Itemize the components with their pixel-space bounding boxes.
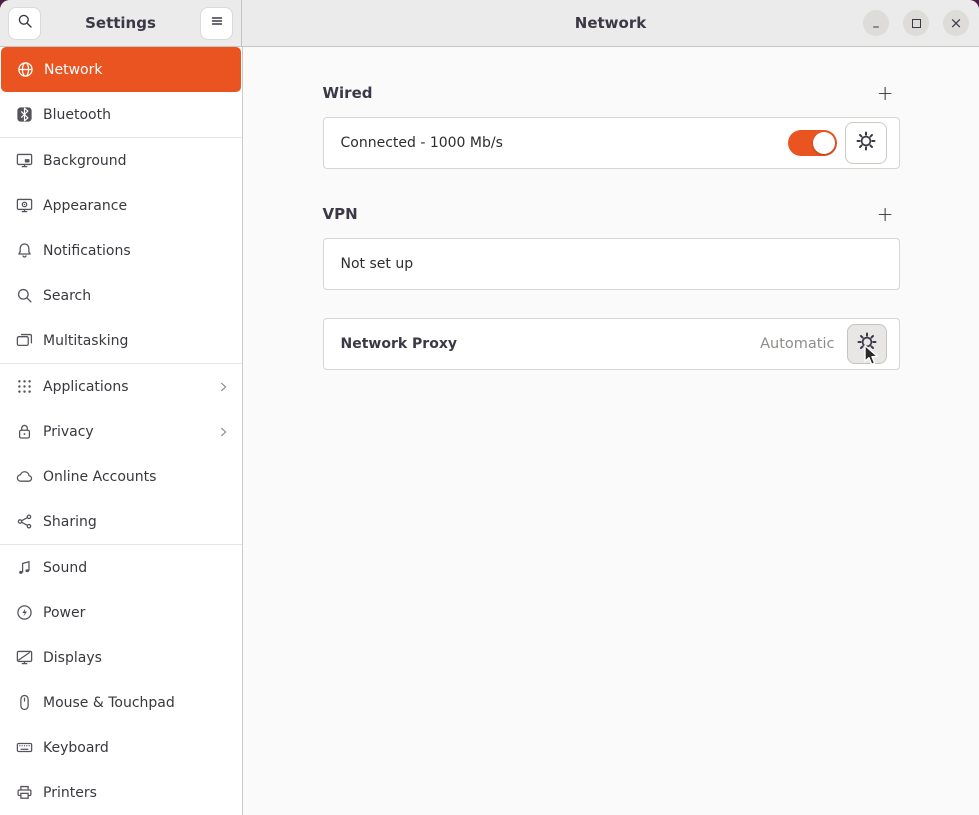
sidebar-item-label: Network: [44, 62, 102, 78]
sidebar-item-notifications[interactable]: Notifications: [0, 228, 242, 273]
app-body: Network Bluetooth Background Appeara: [0, 47, 979, 815]
keyboard-icon: [16, 739, 33, 756]
sidebar-title: Settings: [85, 14, 156, 32]
sidebar-item-background[interactable]: Background: [0, 138, 242, 183]
sidebar-item-label: Keyboard: [43, 740, 109, 756]
network-proxy-settings-button[interactable]: [847, 324, 887, 364]
sidebar-item-label: Online Accounts: [43, 469, 156, 485]
vpn-section-header: VPN +: [323, 203, 900, 225]
wired-section-title: Wired: [323, 84, 373, 102]
wired-section-header: Wired +: [323, 82, 900, 104]
windows-icon: [16, 332, 33, 349]
sidebar: Network Bluetooth Background Appeara: [0, 47, 243, 815]
sidebar-item-label: Multitasking: [43, 333, 128, 349]
lock-icon: [16, 423, 33, 440]
sidebar-item-applications[interactable]: Applications: [0, 364, 242, 409]
share-icon: [16, 513, 33, 530]
network-proxy-value: Automatic: [760, 336, 834, 352]
display-icon: [16, 649, 33, 666]
sidebar-item-label: Applications: [43, 379, 129, 395]
wired-connection-row[interactable]: Connected - 1000 Mb/s: [324, 118, 899, 168]
sidebar-item-label: Power: [43, 605, 85, 621]
titlebar: Settings Network – ×: [0, 0, 979, 47]
sidebar-item-keyboard[interactable]: Keyboard: [0, 725, 242, 770]
network-proxy-label: Network Proxy: [341, 336, 457, 352]
sidebar-item-label: Appearance: [43, 198, 127, 214]
sidebar-item-multitasking[interactable]: Multitasking: [0, 318, 242, 363]
close-button[interactable]: ×: [943, 10, 969, 36]
add-wired-connection-button[interactable]: +: [871, 83, 900, 103]
network-panel: Wired + Connected - 1000 Mb/s: [243, 47, 979, 815]
sidebar-item-label: Notifications: [43, 243, 131, 259]
sidebar-item-label: Bluetooth: [43, 107, 111, 123]
music-note-icon: [16, 559, 33, 576]
vpn-row: Not set up: [324, 239, 899, 289]
wired-card: Connected - 1000 Mb/s: [323, 117, 900, 169]
add-vpn-button[interactable]: +: [871, 204, 900, 224]
minimize-button[interactable]: –: [863, 10, 889, 36]
chevron-right-icon: [216, 380, 230, 394]
background-icon: [16, 152, 33, 169]
bell-icon: [16, 242, 33, 259]
sidebar-titlebar: Settings: [0, 0, 242, 46]
maximize-icon: [912, 19, 921, 28]
toggle-knob: [813, 132, 835, 154]
sidebar-item-power[interactable]: Power: [0, 590, 242, 635]
vpn-section-title: VPN: [323, 205, 358, 223]
wired-toggle[interactable]: [788, 130, 837, 156]
sidebar-item-label: Sharing: [43, 514, 97, 530]
gear-icon: [856, 131, 876, 155]
sidebar-item-search[interactable]: Search: [0, 273, 242, 318]
printer-icon: [16, 784, 33, 801]
network-proxy-row[interactable]: Network Proxy Automatic: [324, 319, 899, 369]
settings-window: Settings Network – × Network: [0, 0, 979, 815]
sidebar-item-printers[interactable]: Printers: [0, 770, 242, 815]
search-icon: [17, 13, 33, 33]
sidebar-item-label: Displays: [43, 650, 102, 666]
gear-icon: [857, 332, 877, 356]
sidebar-item-mouse-touchpad[interactable]: Mouse & Touchpad: [0, 680, 242, 725]
cloud-icon: [16, 468, 33, 485]
primary-menu-button[interactable]: [200, 7, 233, 40]
chevron-right-icon: [216, 425, 230, 439]
sidebar-item-label: Background: [43, 153, 127, 169]
sidebar-item-network[interactable]: Network: [1, 47, 241, 92]
window-controls: – ×: [863, 0, 969, 46]
sidebar-item-label: Privacy: [43, 424, 94, 440]
network-proxy-card: Network Proxy Automatic: [323, 318, 900, 370]
sidebar-item-bluetooth[interactable]: Bluetooth: [0, 92, 242, 137]
bluetooth-icon: [16, 106, 33, 123]
wired-status-label: Connected - 1000 Mb/s: [341, 135, 503, 151]
page-title: Network: [575, 14, 646, 32]
vpn-card: Not set up: [323, 238, 900, 290]
close-icon: ×: [950, 16, 963, 31]
maximize-button[interactable]: [903, 10, 929, 36]
magnifier-icon: [16, 287, 33, 304]
search-button[interactable]: [8, 7, 41, 40]
sidebar-item-sound[interactable]: Sound: [0, 545, 242, 590]
minimize-icon: –: [873, 22, 880, 32]
hamburger-menu-icon: [209, 13, 225, 33]
content-titlebar: Network – ×: [242, 0, 979, 46]
sidebar-item-sharing[interactable]: Sharing: [0, 499, 242, 544]
globe-icon: [17, 61, 34, 78]
appearance-icon: [16, 197, 33, 214]
power-icon: [16, 604, 33, 621]
sidebar-item-label: Mouse & Touchpad: [43, 695, 175, 711]
wired-settings-button[interactable]: [845, 122, 887, 164]
sidebar-item-displays[interactable]: Displays: [0, 635, 242, 680]
mouse-icon: [16, 694, 33, 711]
sidebar-item-appearance[interactable]: Appearance: [0, 183, 242, 228]
app-grid-icon: [16, 378, 33, 395]
sidebar-item-label: Printers: [43, 785, 97, 801]
vpn-status-label: Not set up: [341, 256, 414, 272]
sidebar-item-privacy[interactable]: Privacy: [0, 409, 242, 454]
sidebar-item-label: Search: [43, 288, 91, 304]
sidebar-item-online-accounts[interactable]: Online Accounts: [0, 454, 242, 499]
sidebar-item-label: Sound: [43, 560, 87, 576]
